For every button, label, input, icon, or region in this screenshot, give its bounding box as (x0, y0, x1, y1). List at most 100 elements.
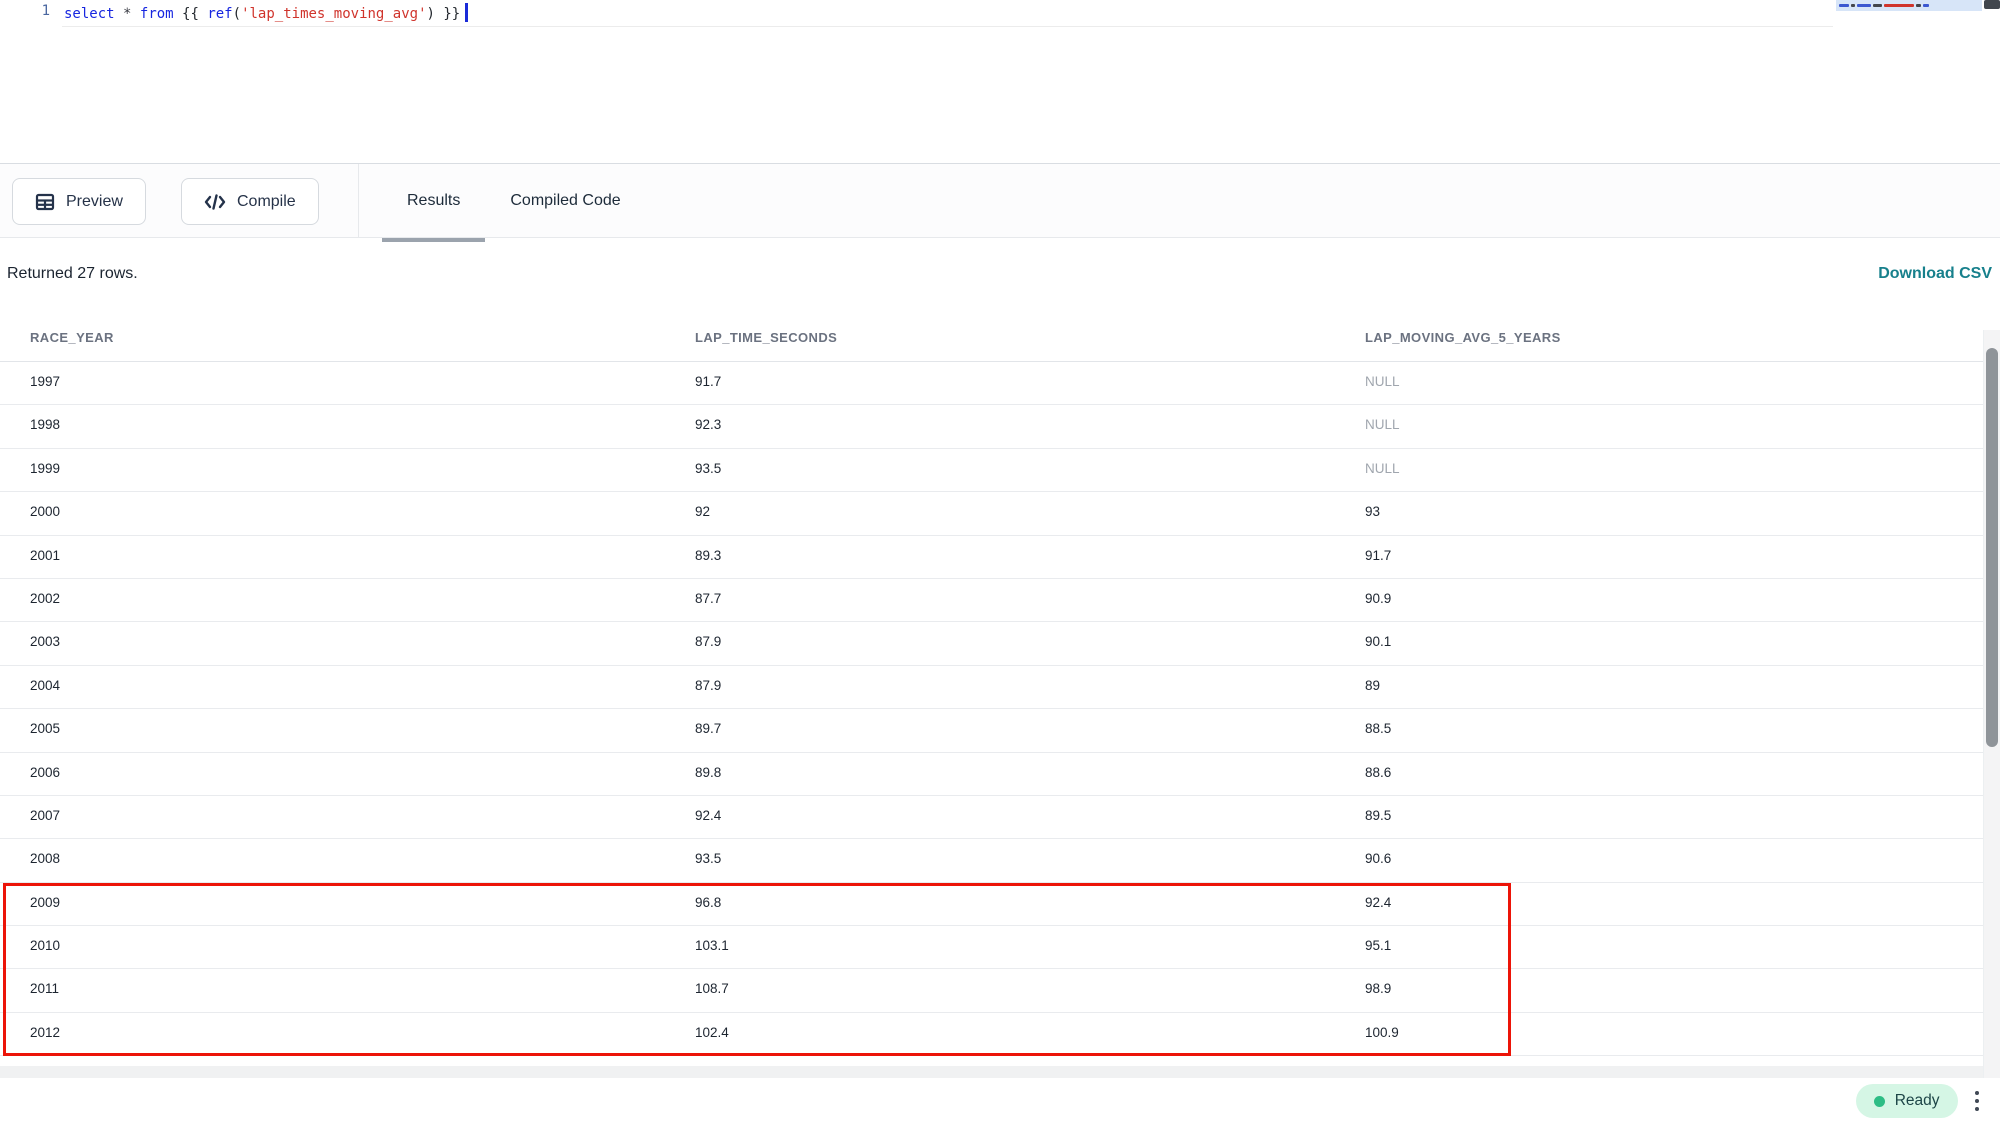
cell-lap-moving-avg: NULL (1365, 374, 1400, 389)
column-header-race-year: RACE_YEAR (30, 330, 114, 345)
table-row[interactable]: 20009293 (0, 492, 1983, 535)
compile-button[interactable]: Compile (181, 178, 319, 225)
code-token-function: ref (207, 6, 232, 22)
cell-race-year: 2003 (30, 634, 60, 649)
cell-lap-time-seconds: 108.7 (695, 981, 729, 996)
minimap-token (1916, 4, 1921, 7)
table-row[interactable]: 2001 89.3 91.7 (0, 536, 1983, 579)
cell-lap-moving-avg: 88.6 (1365, 765, 1391, 780)
column-header-lap-time-seconds: LAP_TIME_SECONDS (695, 330, 837, 345)
toolbar-separator (358, 164, 359, 238)
table-row[interactable]: 200893.590.6 (0, 839, 1983, 882)
table-row[interactable]: 200689.888.6 (0, 753, 1983, 796)
kebab-menu-icon[interactable] (1971, 1087, 1984, 1116)
minimap[interactable] (1836, 0, 1982, 11)
column-header-lap-moving-avg: LAP_MOVING_AVG_5_YEARS (1365, 330, 1561, 345)
cell-lap-moving-avg: 89.5 (1365, 808, 1391, 823)
cell-lap-time-seconds: 96.8 (695, 895, 721, 910)
download-csv-link[interactable]: Download CSV (1878, 265, 1992, 283)
table-row[interactable]: 2012102.4100.9 (0, 1013, 1983, 1056)
code-token-keyword: select (64, 6, 115, 22)
code-token-plain: {{ (174, 6, 208, 22)
cell-lap-moving-avg: 91.7 (1365, 548, 1391, 563)
tab-results[interactable]: Results (382, 164, 485, 238)
row-count-summary: Returned 27 rows. (7, 265, 138, 283)
table-row[interactable]: 200996.892.4 (0, 883, 1983, 926)
minimap-token (1873, 4, 1882, 7)
table-row[interactable]: 199892.3NULL (0, 405, 1983, 448)
table-grid-icon (35, 192, 55, 212)
code-token-plain: ( (233, 6, 241, 22)
table-row[interactable]: 1999 93.5 NULL (0, 449, 1983, 492)
compile-button-label: Compile (237, 193, 296, 211)
cell-lap-moving-avg: 95.1 (1365, 938, 1391, 953)
table-row[interactable]: 2010 103.1 95.1 (0, 926, 1983, 969)
table-row[interactable]: 2011108.798.9 (0, 969, 1983, 1012)
cell-lap-moving-avg: NULL (1365, 461, 1400, 476)
status-dot-icon (1874, 1096, 1885, 1107)
code-token-plain (131, 6, 139, 22)
results-toolbar: Preview Compile ResultsCompiled Code (0, 164, 2000, 238)
cell-lap-time-seconds: 89.3 (695, 548, 721, 563)
minimap-token (1884, 4, 1914, 7)
cell-lap-time-seconds: 102.4 (695, 1025, 729, 1040)
minimap-token (1923, 4, 1929, 7)
cell-lap-time-seconds: 87.9 (695, 678, 721, 693)
cell-race-year: 2005 (30, 721, 60, 736)
cell-lap-time-seconds: 92.4 (695, 808, 721, 823)
cell-lap-moving-avg: 90.9 (1365, 591, 1391, 606)
cell-lap-time-seconds: 93.5 (695, 461, 721, 476)
result-tabs: ResultsCompiled Code (382, 164, 646, 238)
table-row[interactable]: 2005 89.7 88.5 (0, 709, 1983, 752)
code-brackets-icon (204, 192, 226, 212)
table-row[interactable]: 200387.990.1 (0, 622, 1983, 665)
code-token-string: 'lap_times_moving_avg' (241, 6, 426, 22)
line-number: 1 (28, 3, 50, 19)
table-body: 199791.7NULL199892.3NULL199993.5NULL2000… (0, 362, 1983, 1056)
cell-race-year: 2000 (30, 504, 60, 519)
minimap-token (1839, 4, 1849, 7)
sql-editor[interactable]: 1 select * from {{ ref('lap_times_moving… (0, 0, 2000, 163)
cell-race-year: 2012 (30, 1025, 60, 1040)
cell-race-year: 2004 (30, 678, 60, 693)
cell-lap-moving-avg: 90.6 (1365, 851, 1391, 866)
tab-compiled-code[interactable]: Compiled Code (485, 164, 645, 238)
cell-lap-moving-avg: 89 (1365, 678, 1380, 693)
cell-lap-time-seconds: 93.5 (695, 851, 721, 866)
status-badge-label: Ready (1895, 1092, 1940, 1110)
current-line-rule (62, 26, 1833, 27)
cell-lap-time-seconds: 87.7 (695, 591, 721, 606)
status-bar: Ready (0, 1078, 2000, 1124)
cell-race-year: 2010 (30, 938, 60, 953)
table-row[interactable]: 2004 87.9 89 (0, 666, 1983, 709)
cell-race-year: 2001 (30, 548, 60, 563)
cell-lap-time-seconds: 89.7 (695, 721, 721, 736)
dbt-ide-invocation-panel: 1 select * from {{ ref('lap_times_moving… (0, 0, 2000, 1124)
table-header: RACE_YEAR LAP_TIME_SECONDS LAP_MOVING_AV… (0, 318, 1983, 362)
cell-lap-moving-avg: 93 (1365, 504, 1380, 519)
cell-lap-moving-avg: NULL (1365, 417, 1400, 432)
cell-race-year: 2007 (30, 808, 60, 823)
cell-lap-time-seconds: 91.7 (695, 374, 721, 389)
cell-lap-moving-avg: 98.9 (1365, 981, 1391, 996)
cell-race-year: 1999 (30, 461, 60, 476)
table-scrollbar-thumb[interactable] (1986, 348, 1998, 747)
editor-scrollbar-thumb[interactable] (1984, 0, 2000, 9)
table-scrollbar-track[interactable] (1983, 330, 2000, 1078)
cell-lap-moving-avg: 88.5 (1365, 721, 1391, 736)
table-row[interactable]: 1997 91.7 NULL (0, 362, 1983, 405)
preview-button-label: Preview (66, 193, 123, 211)
code-token-plain: ) (427, 6, 435, 22)
cell-race-year: 1998 (30, 417, 60, 432)
preview-button[interactable]: Preview (12, 178, 146, 225)
cell-race-year: 2006 (30, 765, 60, 780)
cell-lap-time-seconds: 103.1 (695, 938, 729, 953)
sql-code-line[interactable]: select * from {{ ref('lap_times_moving_a… (64, 3, 468, 22)
cell-race-year: 2009 (30, 895, 60, 910)
cell-race-year: 1997 (30, 374, 60, 389)
minimap-token (1857, 4, 1871, 7)
horizontal-scrollbar-track[interactable] (0, 1066, 1983, 1078)
table-row[interactable]: 2007 92.4 89.5 (0, 796, 1983, 839)
table-row[interactable]: 2002 87.7 90.9 (0, 579, 1983, 622)
cell-race-year: 2002 (30, 591, 60, 606)
